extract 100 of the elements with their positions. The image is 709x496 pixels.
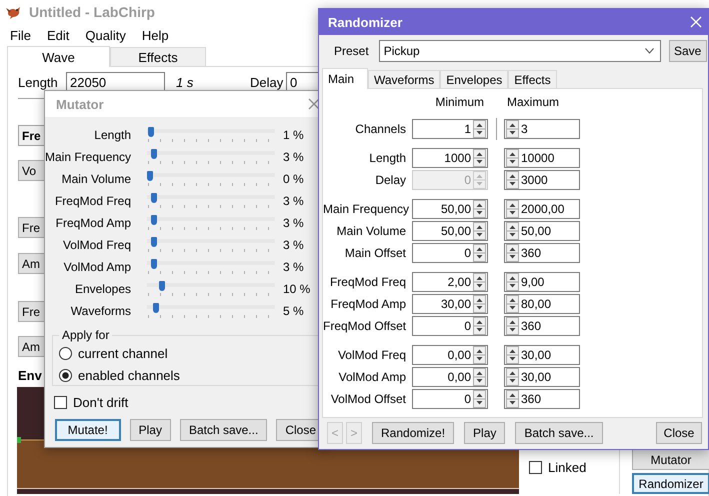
dialog-button[interactable]: Batch save...	[180, 419, 268, 441]
menu-item[interactable]: Quality	[78, 28, 133, 42]
menu-item[interactable]: Help	[134, 28, 176, 42]
section-button[interactable]: Vo	[18, 160, 45, 181]
spin-buttons[interactable]	[506, 222, 519, 240]
preset-dropdown[interactable]: Pickup	[378, 40, 661, 62]
input-field[interactable]: 3	[504, 119, 580, 139]
section-button[interactable]: Fre	[18, 217, 45, 238]
spin-buttons[interactable]	[506, 368, 519, 386]
section-label: Env	[18, 368, 42, 385]
section-button[interactable]: Am	[18, 336, 45, 357]
spin-buttons[interactable]	[506, 346, 519, 364]
window-button[interactable]: Randomizer	[632, 473, 709, 494]
checkbox[interactable]	[529, 461, 542, 474]
slider-value: 10 %	[283, 282, 312, 296]
input-field[interactable]: 1000	[412, 148, 488, 168]
window-button[interactable]: Mutator	[632, 449, 709, 470]
field-label: Channels	[354, 122, 407, 136]
spin-buttons[interactable]	[506, 171, 519, 189]
slider-thumb[interactable]	[150, 237, 157, 247]
close-button[interactable]: Close	[656, 422, 702, 444]
input-field[interactable]: 1	[412, 119, 488, 139]
input-field[interactable]: 50,00	[412, 221, 488, 241]
field-label: FreqMod Freq	[328, 275, 407, 289]
input-field[interactable]: 30,00	[504, 367, 580, 387]
slider-thumb[interactable]	[150, 259, 157, 269]
tab[interactable]: Wave	[7, 46, 110, 67]
input-field[interactable]: 80,00	[504, 294, 580, 314]
section-header[interactable]: Fre	[18, 125, 45, 146]
input-field[interactable]: 0	[412, 389, 488, 409]
tab[interactable]: Main	[322, 68, 368, 89]
section-button[interactable]: Fre	[18, 301, 45, 322]
slider-thumb[interactable]	[153, 303, 159, 313]
tab[interactable]: Waveforms	[368, 70, 440, 88]
bird-icon	[5, 4, 23, 20]
dialog-button[interactable]: Play	[464, 422, 506, 444]
input-field[interactable]: 0	[412, 243, 488, 263]
spin-buttons[interactable]	[473, 244, 486, 262]
input-field[interactable]: 30,00	[412, 294, 488, 314]
input-field[interactable]: 360	[504, 243, 580, 263]
menu-item[interactable]: File	[3, 28, 38, 42]
tab[interactable]: Envelopes	[440, 70, 508, 88]
slider-label: FreqMod Amp	[54, 216, 131, 230]
input-field[interactable]: 10000	[504, 148, 580, 168]
dialog-title: Mutator	[56, 96, 104, 112]
spin-buttons[interactable]	[473, 273, 486, 291]
field-label: VolMod Amp	[338, 370, 407, 384]
spin-buttons[interactable]	[506, 390, 519, 408]
spin-buttons[interactable]	[473, 368, 486, 386]
input-field[interactable]: 2000,00	[504, 199, 580, 219]
slider-thumb[interactable]	[150, 149, 157, 159]
dialog-button[interactable]: Play	[130, 419, 171, 441]
section-button[interactable]: Am	[18, 253, 45, 274]
spin-buttons[interactable]	[473, 120, 486, 138]
slider-thumb[interactable]	[147, 171, 153, 181]
spin-buttons[interactable]	[506, 295, 519, 313]
slider-value: 1 %	[283, 128, 305, 142]
radio-button[interactable]	[59, 368, 72, 382]
chevron-icon[interactable]	[644, 48, 654, 54]
spin-buttons[interactable]	[506, 273, 519, 291]
spin-buttons[interactable]	[473, 390, 486, 408]
spin-buttons[interactable]	[506, 244, 519, 262]
tab[interactable]: Effects	[110, 47, 206, 66]
input-field[interactable]: 0,00	[412, 367, 488, 387]
slider-thumb[interactable]	[150, 215, 157, 225]
spin-buttons[interactable]	[506, 120, 519, 138]
input-field[interactable]: 0,00	[412, 345, 488, 365]
spin-buttons[interactable]	[473, 317, 486, 335]
slider-thumb[interactable]	[159, 281, 165, 291]
dialog-button[interactable]: Mutate!	[55, 419, 121, 441]
save-button[interactable]: Save	[668, 40, 707, 62]
spin-buttons[interactable]	[473, 346, 486, 364]
input-field[interactable]: 360	[504, 389, 580, 409]
slider-thumb[interactable]	[148, 127, 154, 137]
column-header: Maximum	[506, 95, 560, 111]
spin-buttons[interactable]	[506, 317, 519, 335]
close-icon[interactable]	[308, 98, 320, 110]
spin-buttons[interactable]	[506, 149, 519, 167]
input-field[interactable]: 50,00	[504, 221, 580, 241]
menu-item[interactable]: Edit	[40, 28, 76, 42]
slider-thumb[interactable]	[150, 193, 157, 203]
input-field[interactable]: 30,00	[504, 345, 580, 365]
spin-buttons[interactable]	[473, 222, 486, 240]
spin-buttons[interactable]	[506, 200, 519, 218]
input-field[interactable]: 2,00	[412, 272, 488, 292]
spin-buttons[interactable]	[473, 295, 486, 313]
radio-button[interactable]	[59, 346, 72, 360]
dialog-button[interactable]: Randomize!	[372, 422, 454, 444]
field-label: Main Offset	[344, 246, 407, 260]
tab[interactable]: Effects	[508, 70, 557, 88]
input-field[interactable]: 22050	[66, 72, 165, 92]
input-field[interactable]: 0	[412, 316, 488, 336]
slider-label: VolMod Amp	[62, 260, 131, 274]
spin-buttons[interactable]	[473, 149, 486, 167]
dialog-button[interactable]: Batch save...	[515, 422, 603, 444]
spin-buttons[interactable]	[473, 200, 486, 218]
input-field[interactable]: 9,00	[504, 272, 580, 292]
input-field[interactable]: 360	[504, 316, 580, 336]
input-field[interactable]: 50,00	[412, 199, 488, 219]
checkbox[interactable]	[54, 396, 67, 408]
